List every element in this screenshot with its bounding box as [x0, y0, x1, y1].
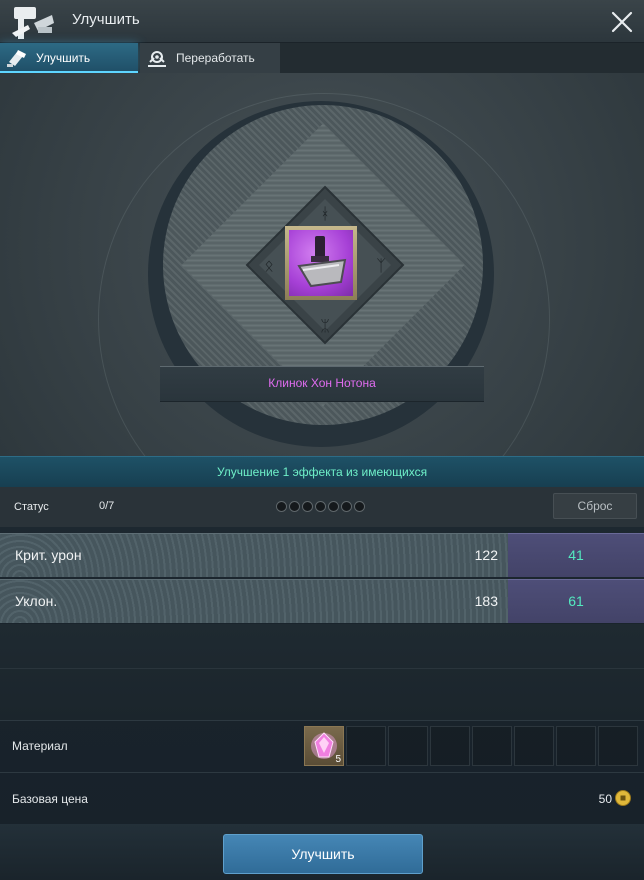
info-text: Улучшение 1 эффекта из имеющихся [216, 465, 428, 479]
status-label: Статус [14, 501, 49, 513]
tab-recycle[interactable]: Переработать [140, 43, 280, 73]
item-name-band: Клинок Хон Нотона [160, 366, 484, 402]
material-slot-empty[interactable] [598, 726, 638, 766]
window-title: Улучшить [72, 11, 140, 28]
price-row: Базовая цена 50 [0, 772, 644, 825]
stat-bonus-value: 61 [568, 593, 584, 609]
stat-row-crit-damage: Крит. урон 122 41 [0, 533, 644, 577]
upgrade-window: Улучшить Улучшить Переработать ᚼ ᛯ ᛟ ᛉ К… [0, 0, 644, 880]
weapon-icon [289, 230, 353, 296]
status-dot [315, 501, 326, 512]
material-slot-empty[interactable] [556, 726, 596, 766]
divider [0, 668, 644, 669]
status-dot [276, 501, 287, 512]
material-row: Материал 5 [0, 720, 644, 773]
stat-name: Крит. урон [15, 547, 82, 563]
stat-base-value: 183 [474, 593, 498, 609]
material-slot-empty[interactable] [430, 726, 470, 766]
price-label: Базовая цена [12, 792, 88, 806]
status-row: Статус 0/7 Сброс [0, 487, 644, 527]
footer: Улучшить [0, 824, 644, 880]
rune-right-icon: ᛉ [376, 256, 386, 275]
material-slot-empty[interactable] [388, 726, 428, 766]
title-bar: Улучшить [0, 0, 644, 43]
tab-bar: Улучшить Переработать [0, 43, 644, 73]
tab-upgrade[interactable]: Улучшить [0, 43, 138, 73]
tab-upgrade-label: Улучшить [36, 51, 91, 65]
stat-base-value: 122 [474, 547, 498, 563]
item-name: Клинок Хон Нотона [268, 376, 376, 390]
material-quantity: 5 [335, 754, 341, 765]
upgrade-button[interactable]: Улучшить [223, 834, 423, 874]
gold-coin-icon [615, 790, 631, 806]
material-slot-empty[interactable] [514, 726, 554, 766]
status-dot [341, 501, 352, 512]
hammer-icon [7, 50, 26, 67]
rune-top-icon: ᚼ [320, 204, 330, 223]
rune-bottom-icon: ᛯ [320, 316, 330, 335]
status-dot [328, 501, 339, 512]
price-value: 50 [598, 792, 612, 806]
reset-button[interactable]: Сброс [553, 493, 637, 519]
recycle-icon [148, 51, 166, 67]
material-slot-empty[interactable] [346, 726, 386, 766]
material-slot[interactable]: 5 [304, 726, 344, 766]
item-slot[interactable] [285, 226, 357, 300]
tab-recycle-label: Переработать [176, 51, 255, 65]
upgrade-stage: ᚼ ᛯ ᛟ ᛉ Клинок Хон Нотона [0, 73, 644, 456]
stat-name: Уклон. [15, 593, 58, 609]
blacksmith-icon [8, 3, 58, 41]
status-dot [354, 501, 365, 512]
status-dots [276, 501, 365, 512]
empty-stat-area [0, 624, 644, 720]
stat-bonus-value: 41 [568, 547, 584, 563]
close-icon[interactable] [608, 8, 636, 36]
status-dot [302, 501, 313, 512]
rune-left-icon: ᛟ [264, 256, 274, 275]
close-button[interactable] [608, 8, 636, 36]
status-dot [289, 501, 300, 512]
material-slot-empty[interactable] [472, 726, 512, 766]
info-bar: Улучшение 1 эффекта из имеющихся [0, 456, 644, 487]
status-count: 0/7 [99, 500, 115, 512]
material-label: Материал [12, 739, 68, 753]
stat-row-evasion: Уклон. 183 61 [0, 579, 644, 623]
